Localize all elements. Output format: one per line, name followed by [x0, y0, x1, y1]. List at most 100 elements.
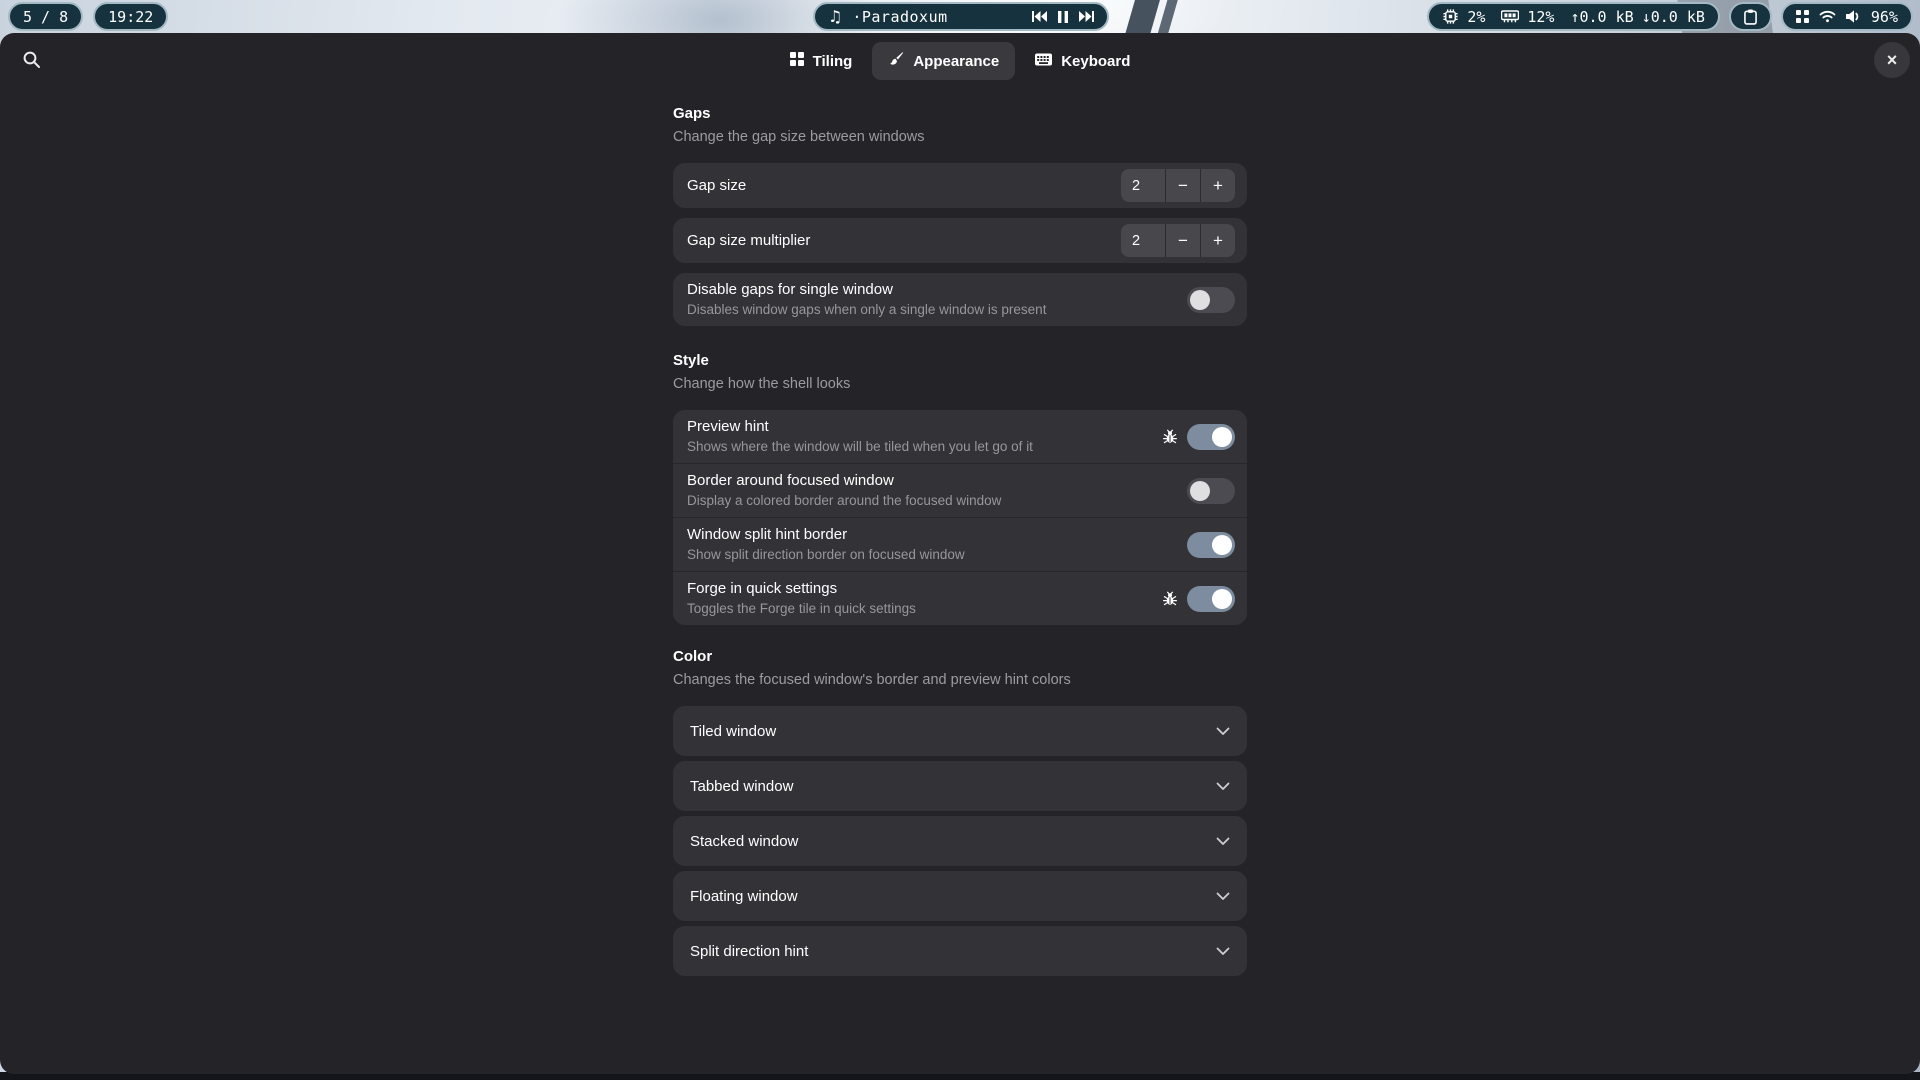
- clipboard-icon: [1744, 9, 1757, 25]
- network-up-value: ↑0.0 kB: [1570, 8, 1633, 26]
- section-title: Color: [673, 647, 1247, 666]
- single-window-gaps-row: Disable gaps for single window Disables …: [673, 273, 1247, 326]
- focus-border-label: Border around focused window: [687, 472, 1187, 490]
- toggle-knob: [1212, 589, 1232, 609]
- quick-settings-toggle[interactable]: [1187, 586, 1235, 612]
- expander-tabbed-window[interactable]: Tabbed window: [673, 761, 1247, 811]
- window-header: Tiling Appearance: [0, 33, 1920, 91]
- focus-border-subtitle: Display a colored border around the focu…: [687, 493, 1187, 509]
- close-button[interactable]: ×: [1874, 42, 1910, 78]
- apps-grid-icon: [1796, 10, 1809, 23]
- focus-border-toggle[interactable]: [1187, 478, 1235, 504]
- pause-icon[interactable]: [1058, 11, 1068, 23]
- expander-stacked-window[interactable]: Stacked window: [673, 816, 1247, 866]
- gap-size-increment-button[interactable]: +: [1200, 169, 1235, 202]
- workspace-label: 5 / 8: [23, 8, 68, 26]
- chevron-down-icon: [1216, 947, 1230, 956]
- toggle-knob: [1212, 427, 1232, 447]
- gap-multiplier-increment-button[interactable]: +: [1200, 224, 1235, 257]
- expander-label: Tiled window: [690, 723, 1216, 740]
- toggle-knob: [1190, 290, 1210, 310]
- tab-tiling[interactable]: Tiling: [774, 42, 869, 80]
- music-note-icon: ♫: [828, 7, 842, 26]
- network-stat: ↑0.0 kB ↓0.0 kB: [1570, 8, 1704, 26]
- top-bar: 5 / 8 19:22 ♫ ·Paradoxum: [0, 0, 1920, 33]
- close-icon: ×: [1887, 50, 1898, 71]
- preview-hint-toggle[interactable]: [1187, 424, 1235, 450]
- gap-size-row: Gap size 2 − +: [673, 163, 1247, 208]
- tab-label: Tiling: [813, 53, 853, 70]
- style-rows-card: Preview hint Shows where the window will…: [673, 410, 1247, 625]
- cpu-icon: [1442, 8, 1459, 25]
- gap-multiplier-value[interactable]: 2: [1121, 224, 1165, 257]
- single-window-gaps-toggle[interactable]: [1187, 287, 1235, 313]
- section-subtitle: Changes the focused window's border and …: [673, 671, 1247, 689]
- gap-multiplier-row: Gap size multiplier 2 − +: [673, 218, 1247, 263]
- media-title: ·Paradoxum: [852, 8, 947, 26]
- memory-stat: 12%: [1501, 8, 1554, 26]
- split-hint-border-toggle[interactable]: [1187, 532, 1235, 558]
- top-bar-left: 5 / 8 19:22: [8, 2, 168, 31]
- media-controls: [1032, 11, 1094, 23]
- section-subtitle: Change how the shell looks: [673, 375, 1247, 393]
- quick-settings-label: Forge in quick settings: [687, 580, 1162, 598]
- chevron-down-icon: [1216, 892, 1230, 901]
- tab-label: Appearance: [913, 53, 999, 70]
- system-stats-pill[interactable]: 2% 12% ↑0.0 kB ↓0.0 kB: [1427, 2, 1720, 31]
- gap-size-label: Gap size: [687, 177, 1121, 194]
- clipboard-pill[interactable]: [1729, 2, 1772, 31]
- top-bar-right: 2% 12% ↑0.0 kB ↓0.0 kB: [1427, 2, 1913, 31]
- section-title: Gaps: [673, 104, 1247, 123]
- gap-multiplier-label: Gap size multiplier: [687, 232, 1121, 249]
- expander-label: Floating window: [690, 888, 1216, 905]
- tiling-grid-icon: [790, 52, 804, 70]
- gap-size-value[interactable]: 2: [1121, 169, 1165, 202]
- quick-settings-row: Forge in quick settings Toggles the Forg…: [673, 571, 1247, 625]
- single-window-gaps-label: Disable gaps for single window: [687, 281, 1187, 299]
- expander-label: Split direction hint: [690, 943, 1216, 960]
- expander-floating-window[interactable]: Floating window: [673, 871, 1247, 921]
- preview-hint-label: Preview hint: [687, 418, 1162, 436]
- toggle-knob: [1190, 481, 1210, 501]
- section-color: Color Changes the focused window's borde…: [673, 647, 1247, 976]
- section-subtitle: Change the gap size between windows: [673, 128, 1247, 146]
- memory-value: 12%: [1527, 8, 1554, 26]
- color-expander-list: Tiled window Tabbed window Stacked windo…: [673, 706, 1247, 976]
- workspace-indicator[interactable]: 5 / 8: [8, 2, 83, 31]
- keyboard-icon: [1035, 53, 1052, 70]
- expander-label: Tabbed window: [690, 778, 1216, 795]
- battery-value: 96%: [1871, 8, 1898, 26]
- section-gaps: Gaps Change the gap size between windows…: [673, 104, 1247, 326]
- media-player-pill[interactable]: ♫ ·Paradoxum: [813, 2, 1109, 31]
- speaker-icon: [1846, 10, 1861, 23]
- gap-multiplier-decrement-button[interactable]: −: [1165, 224, 1200, 257]
- gap-multiplier-stepper: 2 − +: [1121, 224, 1235, 257]
- clock-label: 19:22: [108, 8, 153, 26]
- previous-track-icon[interactable]: [1032, 11, 1047, 22]
- preview-hint-row: Preview hint Shows where the window will…: [673, 410, 1247, 463]
- preview-hint-subtitle: Shows where the window will be tiled whe…: [687, 439, 1162, 455]
- clock[interactable]: 19:22: [93, 2, 168, 31]
- tab-keyboard[interactable]: Keyboard: [1019, 42, 1146, 80]
- section-style: Style Change how the shell looks Preview…: [673, 351, 1247, 625]
- forge-settings-window: Tiling Appearance: [0, 33, 1920, 1074]
- split-hint-border-row: Window split hint border Show split dire…: [673, 517, 1247, 571]
- expander-tiled-window[interactable]: Tiled window: [673, 706, 1247, 756]
- chevron-down-icon: [1216, 782, 1230, 791]
- next-track-icon[interactable]: [1079, 11, 1094, 22]
- cpu-value: 2%: [1467, 8, 1485, 26]
- toggle-knob: [1212, 535, 1232, 555]
- wifi-icon: [1819, 10, 1836, 23]
- expander-label: Stacked window: [690, 833, 1216, 850]
- single-window-gaps-subtitle: Disables window gaps when only a single …: [687, 302, 1187, 318]
- quick-settings-pill[interactable]: 96%: [1781, 2, 1913, 31]
- chevron-down-icon: [1216, 727, 1230, 736]
- brush-icon: [888, 51, 904, 71]
- bug-icon: [1162, 591, 1178, 607]
- tab-appearance[interactable]: Appearance: [872, 42, 1015, 80]
- settings-content: Gaps Change the gap size between windows…: [673, 104, 1247, 976]
- gap-size-decrement-button[interactable]: −: [1165, 169, 1200, 202]
- split-hint-border-label: Window split hint border: [687, 526, 1187, 544]
- expander-split-direction-hint[interactable]: Split direction hint: [673, 926, 1247, 976]
- tab-label: Keyboard: [1061, 53, 1130, 70]
